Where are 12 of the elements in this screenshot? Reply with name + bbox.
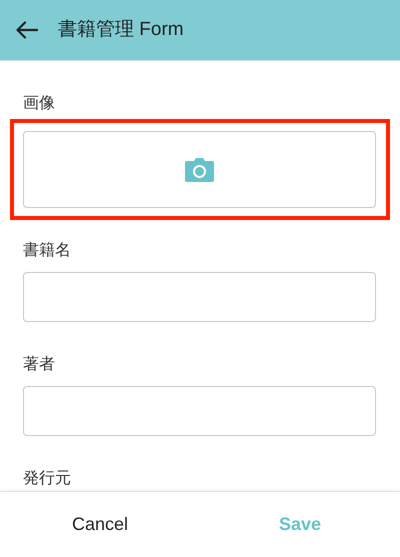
field-label: 発行元 bbox=[23, 469, 72, 489]
text-field[interactable] bbox=[23, 386, 376, 436]
cancel-button[interactable]: Cancel bbox=[0, 492, 200, 557]
field-label: 画像 bbox=[23, 94, 56, 114]
window-title: 書籍管理 Form bbox=[58, 18, 184, 42]
text-field[interactable] bbox=[23, 272, 376, 322]
back-button[interactable] bbox=[16, 19, 38, 41]
field-label: 書籍名 bbox=[23, 240, 72, 261]
camera-icon bbox=[185, 158, 214, 182]
back-arrow-icon bbox=[16, 21, 38, 39]
photo-field[interactable] bbox=[23, 131, 376, 208]
field-label: 著者 bbox=[23, 354, 56, 375]
